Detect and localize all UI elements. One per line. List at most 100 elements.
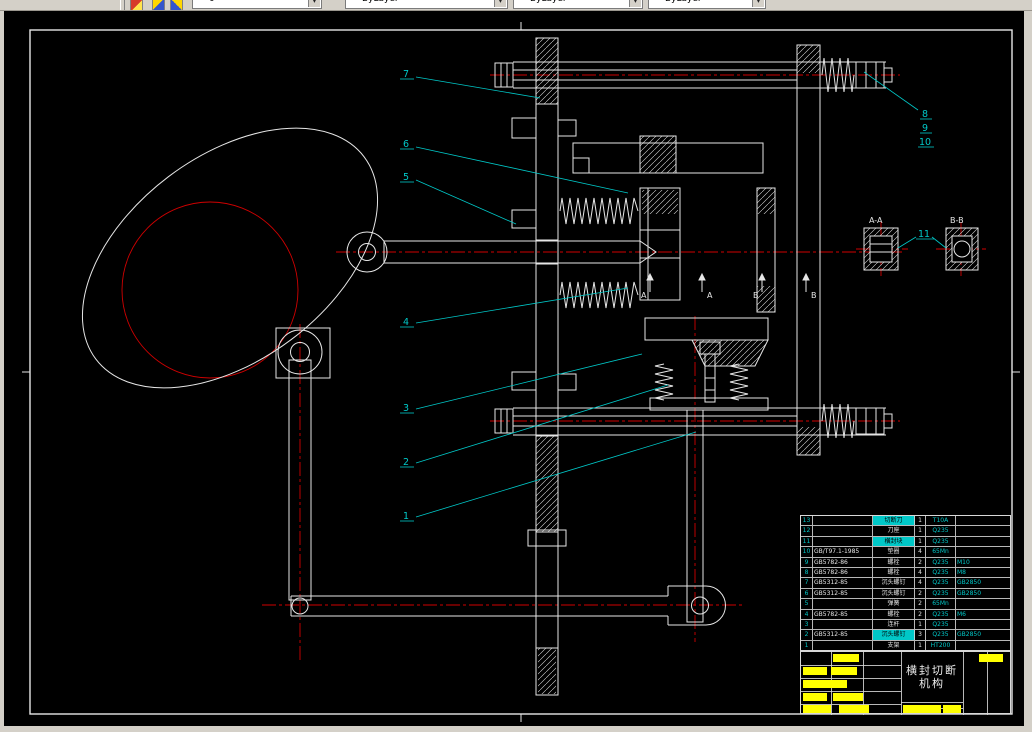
- leader-label-11: 11: [918, 229, 930, 240]
- layer-color-icon[interactable]: [152, 0, 165, 10]
- bom-qty: 4: [915, 547, 926, 557]
- table-row: 2 GB5312-85 沉头螺钉 3 Q235 GB2850: [801, 630, 1010, 641]
- bom-code: GB5312-85: [813, 630, 873, 640]
- chevron-down-icon[interactable]: ▼: [629, 0, 641, 7]
- bom-seq: 8: [801, 567, 813, 578]
- bom-qty: 2: [915, 557, 926, 567]
- bom-table: 13 切断刀 1 T10A 12 刀座 1 Q235 11 横封块 1 Q235…: [800, 515, 1011, 651]
- highlight-cell: [803, 705, 831, 713]
- section-title-bb: B-B: [950, 216, 964, 225]
- bom-code: [813, 599, 873, 609]
- bom-qty: 2: [915, 599, 926, 609]
- leader-label-9: 9: [922, 123, 928, 134]
- bom-note: [956, 547, 1010, 556]
- bom-material: T10A: [926, 516, 956, 526]
- bom-seq: 9: [801, 557, 813, 567]
- drawing-title-line1: 横封切断: [906, 664, 958, 677]
- chevron-down-icon[interactable]: ▼: [494, 0, 506, 7]
- toolbar-grip[interactable]: [120, 0, 125, 10]
- bom-code: [813, 640, 873, 651]
- bom-note: [956, 599, 1010, 608]
- bom-qty: 2: [915, 588, 926, 599]
- table-row: 7 GB5312-85 沉头螺钉 4 Q235 GB2850: [801, 578, 1010, 589]
- bom-name: 沉头螺钉: [873, 578, 915, 588]
- layer-combo-value: 0: [193, 0, 321, 4]
- bom-qty: 4: [915, 567, 926, 578]
- highlight-cell: [831, 667, 857, 675]
- highlight-cell: [903, 705, 941, 713]
- leader-label-7: 7: [403, 69, 409, 80]
- table-row: 4 GB5782-85 螺栓 2 Q235 M6: [801, 609, 1010, 620]
- bom-name: 支架: [873, 640, 915, 651]
- bom-material: Q235: [926, 567, 956, 578]
- bom-qty: 2: [915, 609, 926, 619]
- bom-name: 刀座: [873, 526, 915, 536]
- bom-code: [813, 516, 873, 526]
- bom-qty: 3: [915, 630, 926, 640]
- bom-note: M10: [957, 558, 970, 566]
- bom-code: GB5312-85: [813, 588, 873, 599]
- section-labels: A A B B A-A B-B: [641, 216, 964, 300]
- bom-note: [956, 516, 1010, 525]
- bom-material: 65Mn: [926, 599, 956, 609]
- bom-code: GB5782-85: [813, 609, 873, 619]
- lineweight-combo[interactable]: ByLayer ▼: [648, 0, 766, 9]
- bom-material: Q235: [926, 578, 956, 588]
- bom-code: [813, 619, 873, 630]
- bom-material: Q235: [926, 557, 956, 567]
- bom-qty: 1: [915, 619, 926, 630]
- bom-note: GB2850: [957, 579, 982, 587]
- bom-note: M8: [957, 568, 966, 576]
- highlight-cell: [803, 667, 827, 675]
- color-combo-value: ByLayer: [346, 0, 507, 4]
- bom-seq: 12: [801, 526, 813, 536]
- layer-combo[interactable]: 0 ▼: [192, 0, 322, 9]
- toolbar: 0 ▼ ByLayer ▼ ByLayer ▼ ByLayer ▼: [0, 0, 1032, 11]
- bom-name: 沉头螺钉: [873, 588, 915, 599]
- bom-qty: 1: [915, 516, 926, 526]
- bom-note: GB2850: [957, 631, 982, 639]
- chevron-down-icon[interactable]: ▼: [752, 0, 764, 7]
- bom-seq: 11: [801, 536, 813, 547]
- bom-code: GB5782-86: [813, 557, 873, 567]
- bom-code: [813, 536, 873, 547]
- linetype-combo[interactable]: ByLayer ▼: [513, 0, 643, 9]
- bom-qty: 1: [915, 536, 926, 547]
- drawing-title: 横封切断 机构: [901, 652, 963, 702]
- highlight-cell: [979, 654, 1003, 662]
- highlight-cell: [943, 705, 961, 713]
- chevron-down-icon[interactable]: ▼: [308, 0, 320, 7]
- bom-name: 螺栓: [873, 557, 915, 567]
- highlight-cell: [803, 693, 827, 701]
- table-row: 5 弹簧 2 65Mn: [801, 599, 1010, 610]
- bom-name: 切断刀: [873, 516, 915, 526]
- leader-label-10: 10: [919, 137, 931, 148]
- bom-name: 螺栓: [873, 609, 915, 619]
- make-current-icon[interactable]: [130, 0, 143, 10]
- leader-label-4: 4: [403, 317, 409, 328]
- table-row: 12 刀座 1 Q235: [801, 526, 1010, 537]
- bom-name: 沉头螺钉: [873, 630, 915, 640]
- table-row: 9 GB5782-86 螺栓 2 Q235 M10: [801, 557, 1010, 568]
- bom-material: Q235: [926, 536, 956, 547]
- leader-label-5: 5: [403, 172, 409, 183]
- bom-code: [813, 526, 873, 536]
- lineweight-combo-value: ByLayer: [649, 0, 765, 4]
- bom-seq: 1: [801, 640, 813, 651]
- bom-material: 65Mn: [926, 547, 956, 557]
- table-row: 11 横封块 1 Q235: [801, 536, 1010, 548]
- leader-label-1: 1: [403, 511, 409, 522]
- bom-note: [956, 641, 1010, 650]
- bom-note: [956, 526, 1010, 535]
- highlight-cell: [839, 705, 869, 713]
- highlight-cell: [833, 693, 863, 701]
- layers-icon[interactable]: [170, 0, 183, 10]
- cut-letter-a2: A: [707, 291, 713, 300]
- bom-material: Q235: [926, 609, 956, 619]
- leader-label-8: 8: [922, 109, 928, 120]
- bom-qty: 4: [915, 578, 926, 588]
- cut-letter-a1: A: [641, 291, 647, 300]
- color-combo[interactable]: ByLayer ▼: [345, 0, 508, 9]
- bom-name: 连杆: [873, 619, 915, 630]
- bom-name: 弹簧: [873, 599, 915, 609]
